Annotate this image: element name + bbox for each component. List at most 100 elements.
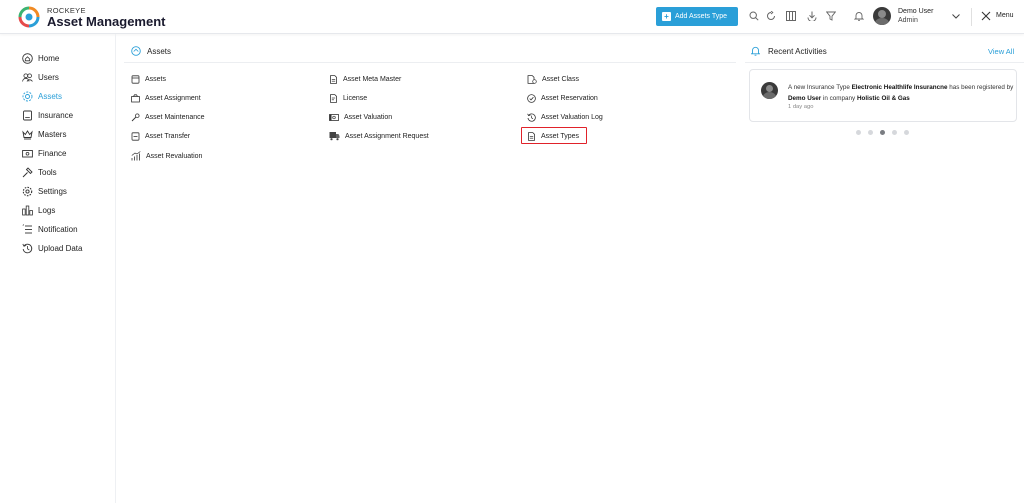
assignment-icon <box>131 93 140 102</box>
carousel-dot[interactable] <box>868 130 873 135</box>
carousel-dot-active[interactable] <box>880 130 885 135</box>
asset-link-label: Asset Assignment <box>145 94 201 102</box>
bell-icon <box>751 46 760 56</box>
asset-link-label: Assets <box>145 75 167 83</box>
view-all-link[interactable]: View All <box>988 47 1014 56</box>
add-assets-type-button[interactable]: + Add Assets Type <box>656 7 738 26</box>
activity-insurance-type: Electronic Healthlife Insurancne <box>851 84 948 91</box>
asset-link-label: Asset Reservation <box>541 94 598 102</box>
sidebar-item-label: Users <box>38 72 59 82</box>
divider <box>745 62 1024 63</box>
home-icon <box>22 52 33 64</box>
asset-link-assets[interactable]: Assets <box>131 73 166 85</box>
recent-activities-title-text: Recent Activities <box>768 46 827 56</box>
asset-link-asset-reservation[interactable]: Asset Reservation <box>527 92 598 104</box>
asset-link-asset-meta-master[interactable]: Asset Meta Master <box>329 73 401 85</box>
users-icon <box>22 72 33 82</box>
avatar <box>761 82 778 99</box>
plus-icon: + <box>662 12 671 21</box>
crown-icon <box>22 129 33 139</box>
download-icon[interactable] <box>806 10 818 22</box>
divider <box>124 62 736 63</box>
notification-icon <box>22 223 32 233</box>
upload-history-icon <box>22 243 33 253</box>
activity-text-part: has been registered by <box>947 84 1014 91</box>
activity-card[interactable]: A new Insurance Type Electronic Healthli… <box>749 69 1017 122</box>
sidebar-item-notification[interactable]: Notification <box>22 222 78 236</box>
asset-link-asset-assignment-request[interactable]: Asset Assignment Request <box>329 130 429 142</box>
asset-link-asset-revaluation[interactable]: Asset Revaluation <box>131 150 202 162</box>
asset-link-label: Asset Assignment Request <box>345 132 429 140</box>
header-divider <box>971 8 972 26</box>
carousel-dot[interactable] <box>892 130 897 135</box>
activity-text-part: in company <box>821 95 857 102</box>
sidebar-item-assets[interactable]: Assets <box>22 89 62 103</box>
menu-label[interactable]: Menu <box>996 12 1014 19</box>
columns-icon[interactable] <box>785 10 797 22</box>
user-avatar[interactable] <box>873 7 891 25</box>
carousel-dots <box>856 130 916 135</box>
sidebar-item-logs[interactable]: Logs <box>22 203 55 217</box>
chevron-down-icon[interactable] <box>950 10 962 22</box>
asset-link-asset-transfer[interactable]: Asset Transfer <box>131 130 190 142</box>
sidebar-item-upload-data[interactable]: Upload Data <box>22 241 82 255</box>
asset-link-asset-maintenance[interactable]: Asset Maintenance <box>131 111 205 123</box>
assets-box-icon <box>131 74 140 84</box>
finance-icon <box>22 149 33 157</box>
sidebar-item-masters[interactable]: Masters <box>22 127 66 141</box>
asset-link-license[interactable]: License <box>329 92 367 104</box>
rockeye-logo[interactable] <box>18 6 40 28</box>
bell-icon[interactable] <box>853 10 865 22</box>
assets-panel-title: Assets <box>131 46 171 56</box>
sidebar-item-label: Masters <box>38 129 67 139</box>
sidebar-item-label: Settings <box>38 186 67 196</box>
sidebar-item-label: Assets <box>38 91 63 101</box>
close-icon[interactable] <box>980 10 992 22</box>
activity-text-part: A new Insurance Type <box>788 84 852 91</box>
license-icon <box>330 93 337 103</box>
insurance-icon <box>23 110 32 120</box>
activity-text: A new Insurance Type Electronic Healthli… <box>788 82 1014 104</box>
sidebar-item-settings[interactable]: Settings <box>22 184 67 198</box>
asset-link-asset-valuation-log[interactable]: Asset Valuation Log <box>527 111 603 123</box>
truck-icon <box>329 132 340 141</box>
carousel-dot[interactable] <box>904 130 909 135</box>
sidebar-item-finance[interactable]: Finance <box>22 146 66 160</box>
wrench-icon <box>131 113 140 121</box>
asset-link-label: Asset Revaluation <box>146 152 203 160</box>
search-icon[interactable] <box>748 10 760 22</box>
activity-timestamp: 1 day ago <box>788 104 814 110</box>
sidebar: Home Users Assets Insurance Masters Fina… <box>0 34 116 503</box>
sidebar-item-label: Finance <box>38 148 67 158</box>
asset-link-label: Asset Meta Master <box>343 75 402 83</box>
sidebar-item-home[interactable]: Home <box>22 51 59 65</box>
asset-link-asset-class[interactable]: Asset Class <box>527 73 579 85</box>
user-role: Admin <box>898 17 918 24</box>
sidebar-item-label: Notification <box>38 224 78 234</box>
sidebar-item-label: Logs <box>38 205 56 215</box>
filter-icon[interactable] <box>825 10 837 22</box>
asset-link-label: Asset Maintenance <box>145 113 205 121</box>
assets-panel-title-text: Assets <box>147 46 172 56</box>
logs-icon <box>22 205 33 215</box>
sidebar-item-users[interactable]: Users <box>22 70 59 84</box>
refresh-icon[interactable] <box>765 10 777 22</box>
money-icon <box>329 113 339 121</box>
top-header: ROCKEYE Asset Management + Add Assets Ty… <box>0 0 1024 34</box>
assets-icon <box>131 46 141 56</box>
class-document-icon <box>527 74 537 84</box>
carousel-dot[interactable] <box>856 130 861 135</box>
asset-link-label: Asset Valuation Log <box>541 113 603 121</box>
asset-link-label: Asset Class <box>542 75 579 83</box>
document-icon <box>330 74 337 84</box>
transfer-icon <box>131 131 140 141</box>
sidebar-item-label: Home <box>38 53 60 63</box>
asset-link-asset-valuation[interactable]: Asset Valuation <box>329 111 392 123</box>
sidebar-item-insurance[interactable]: Insurance <box>22 108 73 122</box>
sidebar-item-tools[interactable]: Tools <box>22 165 57 179</box>
check-circle-icon <box>527 93 536 103</box>
add-assets-type-label: Add Assets Type <box>675 13 728 20</box>
asset-link-label: License <box>343 94 368 102</box>
asset-link-asset-assignment[interactable]: Asset Assignment <box>131 92 201 104</box>
asset-link-label: Asset Transfer <box>145 132 191 140</box>
